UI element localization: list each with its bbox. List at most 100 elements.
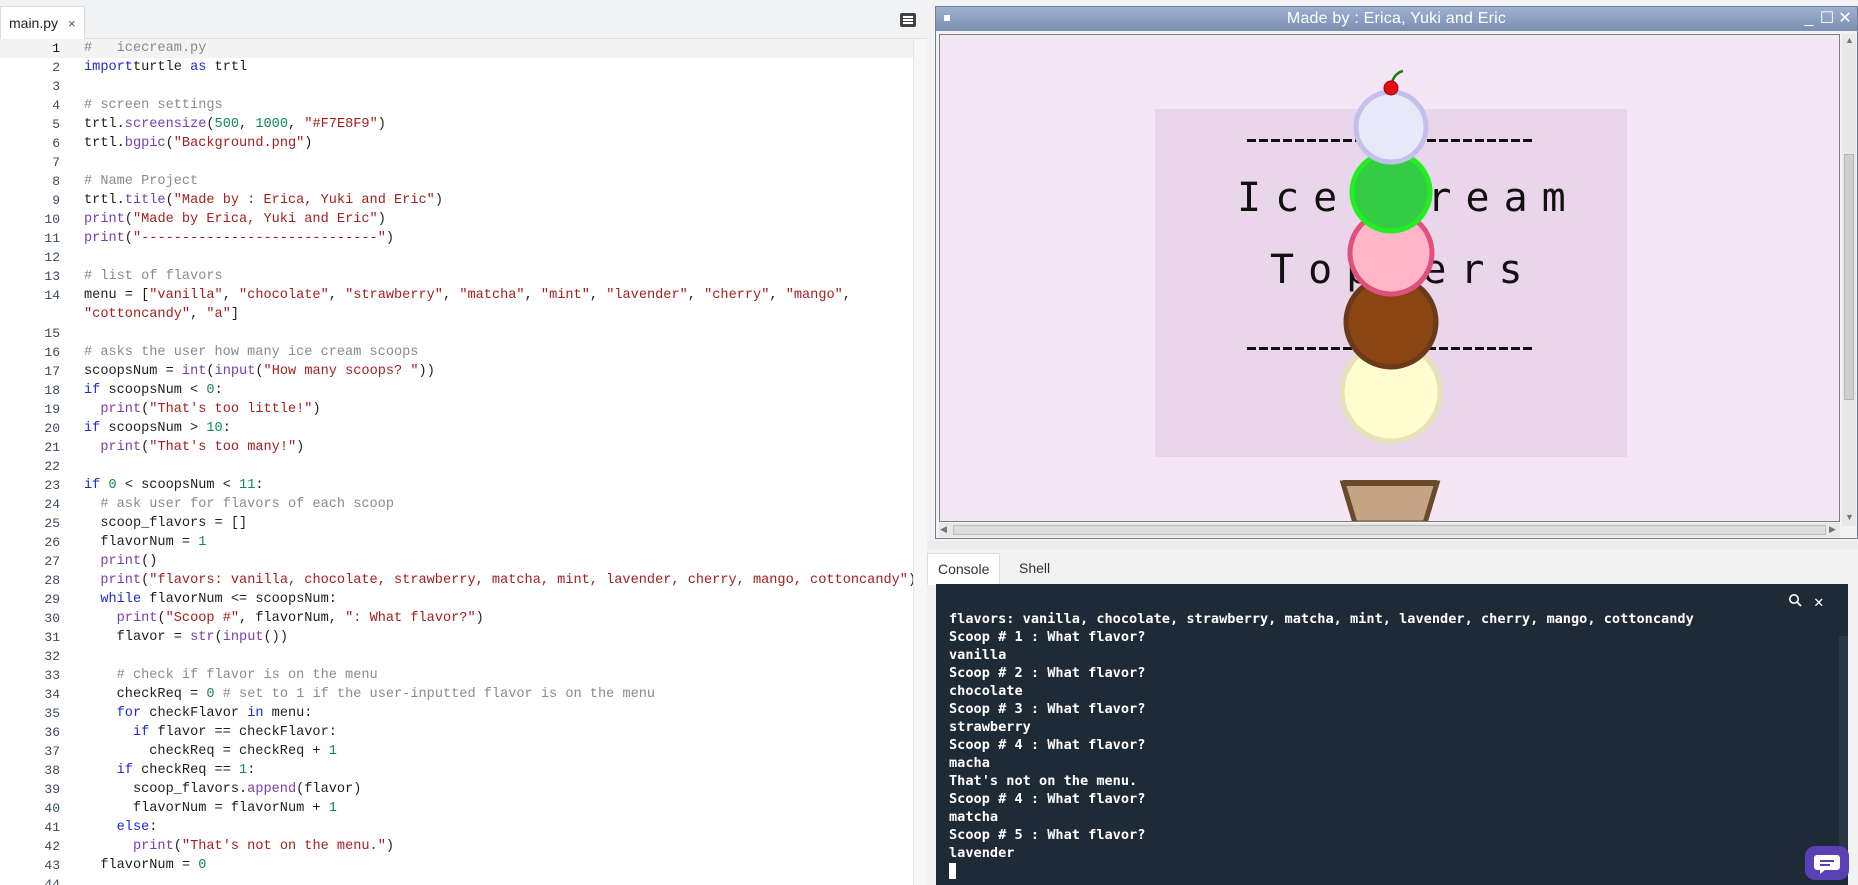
code-line[interactable]: 32 [0,647,913,666]
minimize-icon[interactable]: _ [1800,10,1818,28]
canvas-vertical-scrollbar[interactable]: ▲ ▼ [1842,34,1856,526]
code-line[interactable]: 21 print("That's too many!") [0,438,913,457]
code-line[interactable]: 29 while flavorNum <= scoopsNum: [0,590,913,609]
code-token: "#F7E8F9" [304,117,378,132]
code-line[interactable]: 3 [0,77,913,96]
output-pane: Made by : Erica, Yuki and Eric _ ☐ ✕ Ice… [927,0,1858,885]
code-line[interactable]: 28 print("flavors: vanilla, chocolate, s… [0,571,913,590]
code-text: while flavorNum <= scoopsNum: [84,590,337,609]
code-line[interactable]: 41 else: [0,818,913,837]
code-token: if [84,383,101,398]
code-line[interactable]: 31 flavor = str(input()) [0,628,913,647]
code-line[interactable]: 26 flavorNum = 1 [0,533,913,552]
code-line[interactable]: 20 if scoopsNum > 10: [0,419,913,438]
line-number: 11 [44,231,60,246]
code-token: "mango" [785,288,843,303]
console-line: Scoop # 3 : What flavor? [949,701,1146,717]
code-token: : [149,820,158,835]
console-output[interactable]: ✕ flavors: vanilla, chocolate, strawberr… [936,584,1848,885]
code-line[interactable]: 38 if checkReq == 1: [0,761,913,780]
canvas-horizontal-scrollbar[interactable]: ◀ ▶ [939,523,1840,537]
horizontal-scroll-thumb[interactable] [953,525,1826,535]
turtle-window-titlebar[interactable]: Made by : Erica, Yuki and Eric _ ☐ ✕ [936,7,1857,31]
code-line[interactable]: "cottoncandy", "a"] [0,305,913,324]
code-line[interactable]: 15 [0,324,913,343]
code-line[interactable]: 12 [0,248,913,267]
code-token: ) [385,839,395,854]
search-icon[interactable] [1788,593,1806,611]
code-line[interactable]: 8 # Name Project [0,172,913,191]
code-token: # icecream.py [84,41,207,56]
code-line[interactable]: 10 print("Made by Erica, Yuki and Eric") [0,210,913,229]
line-number: 41 [44,820,60,835]
code-line[interactable]: 7 [0,153,913,172]
code-line[interactable]: 18 if scoopsNum < 0: [0,381,913,400]
code-editor[interactable]: 1 # icecream.py 2 importturtle as trtl 3 4 # s… [0,39,913,885]
code-line[interactable]: 40 flavorNum = flavorNum + 1 [0,799,913,818]
code-text: menu = ["vanilla", "chocolate", "strawbe… [84,286,851,305]
code-token: 1 [239,763,248,778]
code-token: , [842,288,851,303]
vertical-scroll-thumb[interactable] [1844,154,1854,400]
code-token: bgpic [124,136,166,151]
console-input-line[interactable] [949,862,1694,880]
code-line[interactable]: 4 # screen settings [0,96,913,115]
code-line[interactable]: 14 menu = ["vanilla", "chocolate", "straw… [0,286,913,305]
code-line[interactable]: 9 trtl.title("Made by : Erica, Yuki and E… [0,191,913,210]
chat-icon[interactable] [1805,846,1849,880]
code-line[interactable]: 11 print("-----------------------------") [0,229,913,248]
code-line[interactable]: 23 if 0 < scoopsNum < 11: [0,476,913,495]
code-line[interactable]: 13 # list of flavors [0,267,913,286]
console-scrollbar[interactable] [1839,636,1848,876]
window-close-icon[interactable]: ✕ [1836,10,1854,28]
code-line[interactable]: 16 # asks the user how many ice cream sco… [0,343,913,362]
code-text: print() [84,552,157,571]
code-line[interactable]: 44 [0,875,913,885]
maximize-icon[interactable]: ☐ [1818,10,1836,28]
turtle-canvas[interactable]: Ice Cream Toppers [939,34,1840,522]
code-line[interactable]: 5 trtl.screensize(500, 1000, "#F7E8F9") [0,115,913,134]
code-line[interactable]: 6 trtl.bgpic("Background.png") [0,134,913,153]
code-token: "Made by Erica, Yuki and Eric" [132,212,378,227]
code-line[interactable]: 30 print("Scoop #", flavorNum, ": What f… [0,609,913,628]
code-line[interactable]: 43 flavorNum = 0 [0,856,913,875]
line-number: 4 [52,98,60,113]
line-number: 33 [44,668,60,683]
pane-splitter[interactable] [927,541,1858,549]
code-line[interactable]: 22 [0,457,913,476]
tab-close-icon[interactable]: × [68,16,76,31]
code-line[interactable]: 27 print() [0,552,913,571]
code-line[interactable]: 33 # check if flavor is on the menu [0,666,913,685]
console-line: Scoop # 4 : What flavor? [949,737,1146,753]
code-token: ) [377,212,386,227]
code-token: , [769,288,786,303]
code-text: print("Scoop #", flavorNum, ": What flav… [84,609,484,628]
code-line[interactable]: 19 print("That's too little!") [0,400,913,419]
line-number: 1 [52,41,60,56]
code-line[interactable]: 2 importturtle as trtl [0,58,913,77]
code-line[interactable]: 17 scoopsNum = int(input("How many scoops… [0,362,913,381]
editor-menu-icon[interactable] [900,13,916,27]
tab-console[interactable]: Console [927,553,1001,585]
tab-main-py[interactable]: main.py × [0,6,85,39]
code-line[interactable]: 39 scoop_flavors.append(flavor) [0,780,913,799]
code-line[interactable]: 25 scoop_flavors = [] [0,514,913,533]
console-close-icon[interactable]: ✕ [1814,592,1832,611]
console-line: matcha [949,809,999,825]
console-line: strawberry [949,719,1031,735]
code-line[interactable]: 1 # icecream.py [0,39,913,58]
code-line[interactable]: 36 if flavor == checkFlavor: [0,723,913,742]
code-token: if [132,725,150,740]
code-line[interactable]: 37 checkReq = checkReq + 1 [0,742,913,761]
code-line[interactable]: 34 checkReq = 0 # set to 1 if the user-i… [0,685,913,704]
code-token: ( [173,839,182,854]
editor-scrollbar[interactable] [913,39,927,885]
code-token: , [589,288,607,303]
code-line[interactable]: 24 # ask user for flavors of each scoop [0,495,913,514]
tab-shell[interactable]: Shell [1009,553,1060,585]
code-line[interactable]: 42 print("That's not on the menu.") [0,837,913,856]
code-line[interactable]: 35 for checkFlavor in menu: [0,704,913,723]
